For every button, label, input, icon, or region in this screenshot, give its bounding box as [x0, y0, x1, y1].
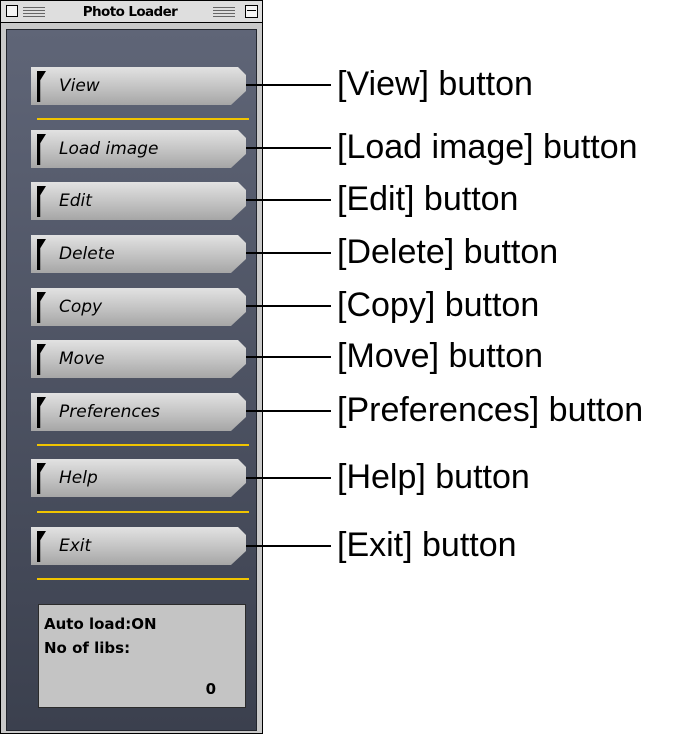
callout-preferences: [Preferences] button: [337, 391, 644, 429]
leader-line: [246, 252, 331, 254]
copy-button[interactable]: Copy: [31, 288, 246, 326]
close-box-icon[interactable]: [6, 5, 18, 17]
leader-line: [246, 356, 331, 358]
auto-load-status: Auto load:ON: [44, 615, 157, 633]
button-tab-icon: [37, 531, 46, 562]
button-tab-icon: [37, 239, 46, 270]
leader-line: [246, 84, 331, 86]
leader-line: [246, 305, 331, 307]
move-button[interactable]: Move: [31, 340, 246, 378]
separator-line: [37, 578, 249, 580]
preferences-button[interactable]: Preferences: [31, 393, 246, 431]
button-tab-icon: [37, 71, 46, 102]
button-tab-icon: [37, 397, 46, 428]
copy-button-label: Copy: [59, 297, 103, 317]
view-button-label: View: [59, 76, 100, 96]
callout-delete: [Delete] button: [337, 233, 559, 271]
leader-line: [246, 199, 331, 201]
callout-load-image: [Load image] button: [337, 128, 638, 166]
title-stripes-left: [23, 7, 45, 17]
libs-count-label: No of libs:: [44, 639, 131, 657]
exit-button[interactable]: Exit: [31, 527, 246, 565]
status-box: Auto load:ON No of libs: 0: [38, 604, 246, 708]
title-stripes-right: [213, 7, 235, 17]
preferences-button-label: Preferences: [59, 402, 161, 422]
load-image-button[interactable]: Load image: [31, 130, 246, 168]
callout-view: [View] button: [337, 65, 533, 103]
edit-button-label: Edit: [59, 191, 92, 211]
button-tab-icon: [37, 186, 46, 217]
separator-line: [37, 511, 249, 513]
help-button-label: Help: [59, 468, 98, 488]
edit-button[interactable]: Edit: [31, 182, 246, 220]
delete-button[interactable]: Delete: [31, 235, 246, 273]
title-bar[interactable]: Photo Loader: [1, 1, 262, 23]
libs-count-value: 0: [205, 680, 216, 698]
help-button[interactable]: Help: [31, 459, 246, 497]
callout-move: [Move] button: [337, 337, 544, 375]
leader-line: [246, 477, 331, 479]
load-image-button-label: Load image: [59, 139, 159, 159]
callout-help: [Help] button: [337, 458, 530, 496]
view-button[interactable]: View: [31, 67, 246, 105]
button-tab-icon: [37, 344, 46, 375]
leader-line: [246, 545, 331, 547]
leader-line: [246, 410, 331, 412]
leader-line: [246, 147, 331, 149]
button-tab-icon: [37, 134, 46, 165]
separator-line: [37, 118, 249, 120]
exit-button-label: Exit: [59, 536, 92, 556]
separator-line: [37, 444, 249, 446]
move-button-label: Move: [59, 349, 105, 369]
button-tab-icon: [37, 463, 46, 494]
delete-button-label: Delete: [59, 244, 115, 264]
window-title: Photo Loader: [51, 3, 209, 21]
photo-loader-window: Photo Loader View Load image Edit Delete…: [0, 0, 263, 734]
collapse-box-icon[interactable]: [245, 5, 258, 18]
button-tab-icon: [37, 292, 46, 323]
callout-copy: [Copy] button: [337, 286, 540, 324]
callout-exit: [Exit] button: [337, 526, 517, 564]
callout-edit: [Edit] button: [337, 180, 519, 218]
